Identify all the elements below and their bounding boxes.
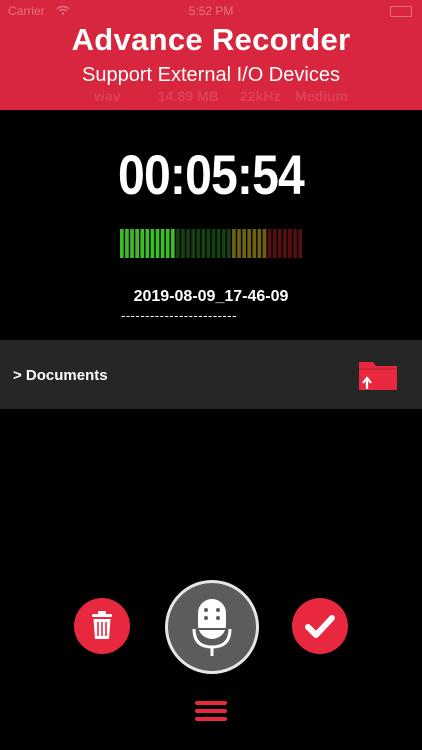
folder-path: > Documents	[13, 367, 108, 384]
meter-bar	[252, 229, 257, 258]
meter-bar	[267, 229, 272, 258]
banner-title: Advance Recorder	[71, 22, 351, 57]
audio-level-meter	[120, 229, 302, 258]
meter-bar	[247, 229, 252, 258]
meter-bar	[242, 229, 246, 258]
trash-icon	[92, 611, 112, 639]
record-button[interactable]	[165, 580, 259, 674]
filename-underline: ------------------------	[121, 308, 237, 322]
meter-bar	[135, 229, 139, 258]
meter-bar	[125, 229, 129, 258]
meter-bar	[186, 229, 190, 258]
meter-bar	[226, 229, 231, 258]
meter-bar	[277, 229, 282, 258]
recording-timer: 00:05:54	[118, 143, 305, 206]
meter-bar	[145, 229, 150, 258]
sample-rate-label: 22kHz	[240, 88, 281, 104]
meter-bar	[293, 229, 297, 258]
meter-bar	[298, 229, 302, 258]
meter-bar	[237, 229, 241, 258]
meter-bar	[170, 229, 175, 258]
meter-bar	[288, 229, 292, 258]
meter-bar	[283, 229, 287, 258]
meter-bar	[206, 229, 211, 258]
quality-label: Medium	[295, 88, 348, 104]
meter-bar	[120, 229, 124, 258]
meter-bar	[211, 229, 216, 258]
folder-upload-icon[interactable]	[357, 359, 399, 392]
meter-bar	[221, 229, 226, 258]
meter-bar	[201, 229, 206, 258]
meter-bar	[176, 229, 180, 258]
hamburger-menu-icon[interactable]	[195, 700, 227, 722]
meter-bar	[232, 229, 236, 258]
status-bar: Carrier 5:52 PM	[0, 0, 422, 22]
microphone-icon	[192, 599, 232, 656]
meter-bar	[155, 229, 160, 258]
battery-icon	[390, 6, 412, 17]
meter-bar	[262, 229, 267, 258]
delete-button[interactable]	[74, 598, 130, 654]
format-label: wav	[94, 88, 121, 104]
status-time: 5:52 PM	[188, 4, 234, 18]
meter-bar	[257, 229, 262, 258]
meter-bar	[216, 229, 221, 258]
meter-bar	[165, 229, 170, 258]
banner-subtitle: Support External I/O Devices	[82, 64, 340, 86]
confirm-button[interactable]	[292, 598, 348, 654]
recording-filename[interactable]: 2019-08-09_17-46-09	[0, 288, 422, 306]
meter-bar	[191, 229, 196, 258]
recording-info-row: wav 14.89 MB 22kHz Medium	[0, 86, 422, 106]
meter-bar	[130, 229, 134, 258]
meter-bar	[140, 229, 145, 258]
meter-bar	[181, 229, 185, 258]
meter-bar	[160, 229, 165, 258]
checkmark-icon	[305, 615, 335, 638]
meter-bar	[196, 229, 201, 258]
folder-selector[interactable]: > Documents	[0, 340, 422, 409]
meter-bar	[272, 229, 277, 258]
size-label: 14.89 MB	[158, 88, 219, 104]
promo-banner: Carrier 5:52 PM wav 14.89 MB 22kHz Mediu…	[0, 0, 422, 110]
meter-bar	[150, 229, 155, 258]
